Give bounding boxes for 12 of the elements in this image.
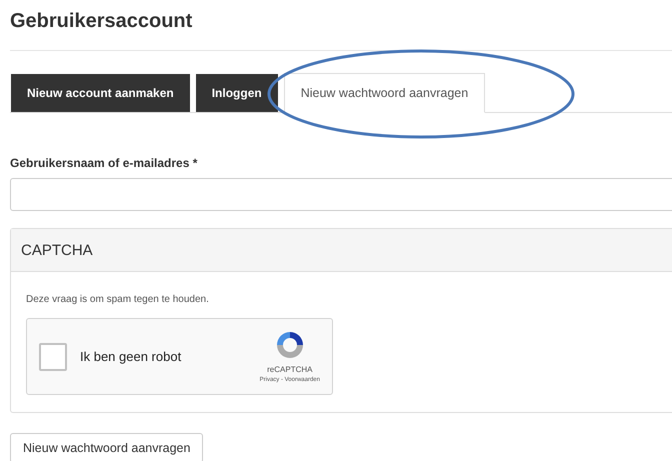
recaptcha-brand: reCAPTCHA [267, 365, 312, 374]
tab[interactable]: Nieuw account aanmaken [11, 74, 190, 112]
panel-title: CAPTCHA [21, 242, 93, 258]
tab[interactable]: Inloggen [196, 74, 278, 112]
field-label: Gebruikersnaam of e-mailadres * [10, 156, 198, 170]
checkbox-label: Ik ben geen robot [80, 349, 182, 364]
robot-checkbox[interactable] [39, 342, 67, 370]
tab[interactable]: Nieuw wachtwoord aanvragen [284, 73, 486, 113]
request-password-button[interactable]: Nieuw wachtwoord aanvragen [10, 433, 204, 461]
captcha-description: Deze vraag is om spam tegen te houden. [26, 294, 209, 305]
page-title: Gebruikersaccount [10, 9, 192, 34]
username-field[interactable] [10, 178, 672, 211]
